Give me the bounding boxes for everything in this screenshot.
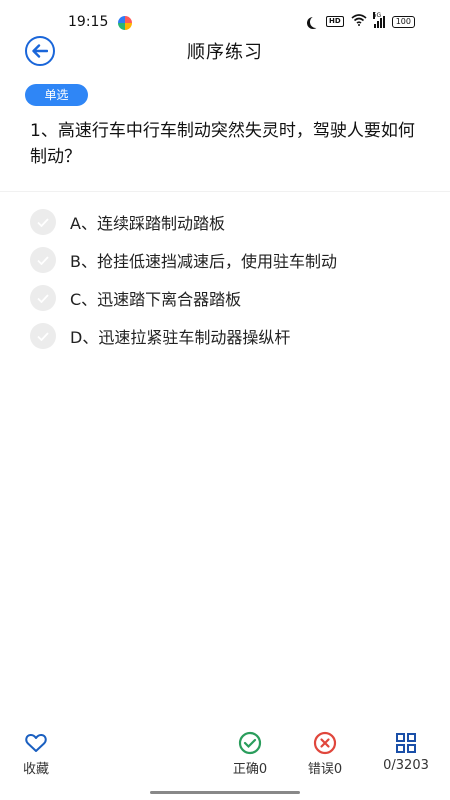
- wrong-count-button[interactable]: 错误0: [303, 730, 347, 777]
- favorite-button[interactable]: 收藏: [18, 730, 54, 777]
- status-time: 19:15: [68, 14, 109, 30]
- signal-label: 5G: [372, 11, 382, 19]
- check-circle-icon: [30, 323, 56, 349]
- grid-icon: [378, 730, 434, 756]
- header: 顺序练习: [0, 30, 450, 70]
- option-a[interactable]: A、连续踩踏制动踏板: [30, 203, 430, 241]
- option-d[interactable]: D、迅速拉紧驻车制动器操纵杆: [30, 317, 430, 355]
- check-circle-icon: [30, 285, 56, 311]
- question-type-badge: 单选: [25, 84, 88, 106]
- option-label: A、连续踩踏制动踏板: [70, 214, 225, 233]
- correct-label: 正确0: [232, 762, 268, 777]
- wifi-icon: [351, 14, 367, 29]
- hd-icon: HD: [326, 16, 344, 27]
- option-c[interactable]: C、迅速踏下离合器踏板: [30, 279, 430, 317]
- home-indicator[interactable]: [150, 791, 300, 794]
- correct-check-icon: [228, 730, 272, 756]
- battery-icon: 100: [391, 15, 415, 28]
- check-circle-icon: [30, 209, 56, 235]
- question-grid-button[interactable]: 0/3203: [378, 730, 434, 773]
- status-icons: HD 5G 100: [307, 11, 415, 29]
- page-title: 顺序练习: [187, 42, 263, 63]
- option-b[interactable]: B、抢挂低速挡减速后，使用驻车制动: [30, 241, 430, 279]
- bottom-bar: 收藏 正确0 错误0 0/3203: [0, 722, 450, 800]
- option-label: B、抢挂低速挡减速后，使用驻车制动: [70, 252, 337, 271]
- option-label: C、迅速踏下离合器踏板: [70, 290, 242, 309]
- wrong-x-icon: [303, 730, 347, 756]
- heart-icon: [18, 730, 54, 756]
- app-notification-icon: [118, 16, 132, 30]
- favorite-label: 收藏: [22, 762, 49, 777]
- progress-label: 0/3203: [383, 758, 429, 773]
- cellular-signal-icon: 5G: [372, 11, 385, 28]
- correct-count-button[interactable]: 正确0: [228, 730, 272, 777]
- question-text: 1、高速行车中行车制动突然失灵时，驾驶人要如何制动？: [30, 121, 415, 167]
- check-circle-icon: [30, 247, 56, 273]
- wrong-label: 错误0: [307, 762, 343, 777]
- divider: [0, 191, 450, 192]
- option-label: D、迅速拉紧驻车制动器操纵杆: [70, 328, 291, 347]
- answer-options: A、连续踩踏制动踏板 B、抢挂低速挡减速后，使用驻车制动 C、迅速踏下离合器踏板…: [30, 203, 430, 355]
- do-not-disturb-icon: [310, 16, 322, 28]
